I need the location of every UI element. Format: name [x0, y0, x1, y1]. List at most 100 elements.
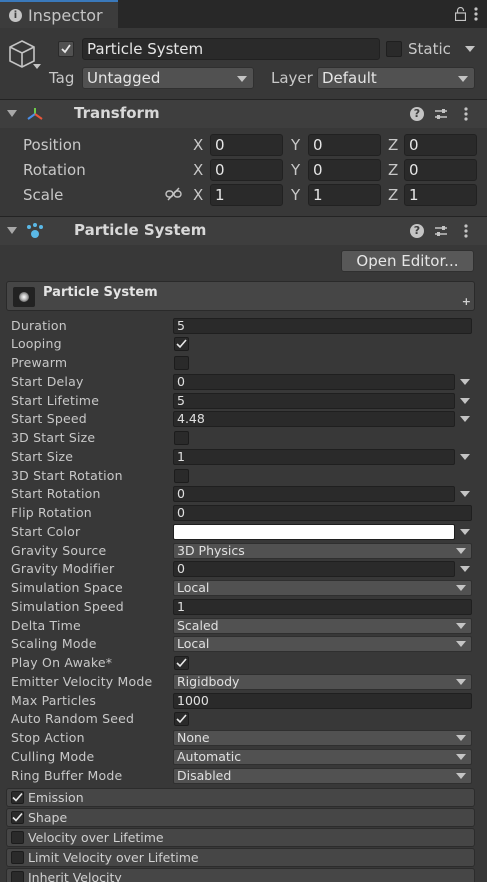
delta-time-label: Delta Time	[11, 618, 81, 633]
more-menu-icon[interactable]	[464, 224, 468, 238]
simulation-speed-field[interactable]: 1	[173, 599, 472, 615]
axis-y-label[interactable]: Y	[291, 186, 300, 204]
module-inherit-velocity[interactable]: Inherit Velocity	[6, 868, 475, 882]
tab-menu-icon[interactable]	[474, 7, 478, 21]
axis-x-label[interactable]: X	[193, 161, 203, 179]
axis-y-label[interactable]: Y	[291, 161, 300, 179]
auto-random-seed-label: Auto Random Seed	[11, 711, 135, 726]
gravity-source-dropdown[interactable]: 3D Physics	[173, 543, 472, 559]
auto-random-seed-checkbox[interactable]	[174, 712, 189, 726]
start-size-mode-arrow-icon[interactable]	[460, 454, 470, 460]
looping-checkbox[interactable]	[174, 337, 189, 351]
stop-action-value: None	[177, 730, 210, 745]
more-menu-icon[interactable]	[464, 107, 468, 121]
ring-buffer-mode-dropdown[interactable]: Disabled	[173, 768, 472, 784]
static-dropdown-arrow-icon[interactable]	[465, 46, 475, 52]
start-size-field[interactable]: 1	[173, 449, 455, 465]
start-lifetime-mode-arrow-icon[interactable]	[460, 398, 470, 404]
particle-system-header[interactable]: Particle System ?	[0, 217, 487, 245]
open-editor-button[interactable]: Open Editor...	[341, 250, 474, 272]
start-speed-mode-arrow-icon[interactable]	[460, 416, 470, 422]
module-limit-velocity-over-lifetime-checkbox[interactable]	[11, 851, 24, 864]
position-y-field[interactable]: 0	[308, 134, 381, 156]
layer-dropdown[interactable]: Default	[317, 67, 475, 89]
start-rotation-field[interactable]: 0	[173, 486, 455, 502]
position-x-field[interactable]: 0	[210, 134, 283, 156]
start-color-mode-arrow-icon[interactable]	[460, 529, 470, 535]
module-emission[interactable]: Emission	[6, 788, 475, 807]
fold-arrow-icon[interactable]	[7, 110, 17, 117]
module-shape-checkbox[interactable]	[11, 811, 24, 824]
play-on-awake-label: Play On Awake*	[11, 655, 113, 670]
3d-start-size-checkbox[interactable]	[174, 431, 189, 445]
layer-value: Default	[322, 69, 377, 87]
start-delay-mode-arrow-icon[interactable]	[460, 379, 470, 385]
rotation-z-field[interactable]: 0	[404, 159, 477, 181]
tag-value: Untagged	[87, 69, 161, 87]
axis-z-label[interactable]: Z	[388, 161, 398, 179]
module-emission-checkbox[interactable]	[11, 791, 24, 804]
help-icon[interactable]: ?	[410, 107, 424, 121]
emitter-velocity-mode-value: Rigidbody	[177, 674, 240, 689]
module-inherit-velocity-checkbox[interactable]	[11, 871, 24, 882]
presets-icon[interactable]	[434, 224, 448, 238]
chevron-down-icon	[458, 76, 468, 82]
gravity-source-value: 3D Physics	[177, 543, 245, 558]
transform-header[interactable]: Transform ?	[0, 100, 487, 128]
3d-start-rotation-checkbox[interactable]	[174, 469, 189, 483]
particle-system-main-module[interactable]: Particle System +	[6, 281, 475, 311]
start-color-label: Start Color	[11, 524, 81, 539]
gravity-source-label: Gravity Source	[11, 543, 107, 558]
rotation-x-field[interactable]: 0	[210, 159, 283, 181]
simulation-space-dropdown[interactable]: Local	[173, 580, 472, 596]
axis-z-label[interactable]: Z	[388, 186, 398, 204]
module-limit-velocity-over-lifetime[interactable]: Limit Velocity over Lifetime	[6, 848, 475, 867]
emitter-velocity-mode-dropdown[interactable]: Rigidbody	[173, 674, 472, 690]
gravity-modifier-mode-arrow-icon[interactable]	[460, 566, 470, 572]
fold-arrow-icon[interactable]	[7, 227, 17, 234]
start-lifetime-field[interactable]: 5	[173, 393, 455, 409]
delta-time-dropdown[interactable]: Scaled	[173, 618, 472, 634]
gravity-modifier-field[interactable]: 0	[173, 561, 455, 577]
lock-icon[interactable]	[455, 7, 466, 21]
scale-z-field[interactable]: 1	[404, 184, 477, 206]
scale-y-field[interactable]: 1	[308, 184, 381, 206]
axis-x-label[interactable]: X	[193, 136, 203, 154]
icon-dropdown-arrow-icon[interactable]	[33, 64, 41, 70]
check-icon	[61, 44, 71, 54]
static-checkbox[interactable]	[386, 41, 402, 57]
start-delay-field[interactable]: 0	[173, 374, 455, 390]
object-name-field[interactable]: Particle System	[82, 38, 380, 60]
scaling-mode-dropdown[interactable]: Local	[173, 636, 472, 652]
prewarm-checkbox[interactable]	[174, 356, 189, 370]
active-checkbox[interactable]	[58, 41, 74, 57]
3d-start-rotation-label: 3D Start Rotation	[11, 468, 123, 483]
scale-x-field[interactable]: 1	[210, 184, 283, 206]
inspector-tab[interactable]: i Inspector	[0, 0, 118, 28]
unlink-scale-icon[interactable]	[165, 187, 182, 201]
play-on-awake-checkbox[interactable]	[174, 656, 189, 670]
axis-x-label[interactable]: X	[193, 186, 203, 204]
tag-dropdown[interactable]: Untagged	[82, 67, 254, 89]
start-color-swatch[interactable]	[173, 524, 455, 540]
flip-rotation-field[interactable]: 0	[173, 505, 472, 521]
position-z-field[interactable]: 0	[404, 134, 477, 156]
ring-buffer-mode-value: Disabled	[177, 768, 232, 783]
max-particles-field[interactable]: 1000	[173, 693, 472, 709]
duration-field[interactable]: 5	[173, 318, 472, 334]
chevron-down-icon	[456, 623, 466, 629]
start-speed-field[interactable]: 4.48	[173, 411, 455, 427]
scale-label: Scale	[23, 186, 64, 204]
presets-icon[interactable]	[434, 107, 448, 121]
axis-y-label[interactable]: Y	[291, 136, 300, 154]
culling-mode-dropdown[interactable]: Automatic	[173, 749, 472, 765]
axis-z-label[interactable]: Z	[388, 136, 398, 154]
rotation-y-field[interactable]: 0	[308, 159, 381, 181]
help-icon[interactable]: ?	[410, 224, 424, 238]
stop-action-dropdown[interactable]: None	[173, 730, 472, 746]
module-shape[interactable]: Shape	[6, 808, 475, 827]
module-velocity-over-lifetime-checkbox[interactable]	[11, 831, 24, 844]
add-module-button[interactable]: +	[462, 295, 471, 308]
start-rotation-mode-arrow-icon[interactable]	[460, 491, 470, 497]
module-velocity-over-lifetime[interactable]: Velocity over Lifetime	[6, 828, 475, 847]
